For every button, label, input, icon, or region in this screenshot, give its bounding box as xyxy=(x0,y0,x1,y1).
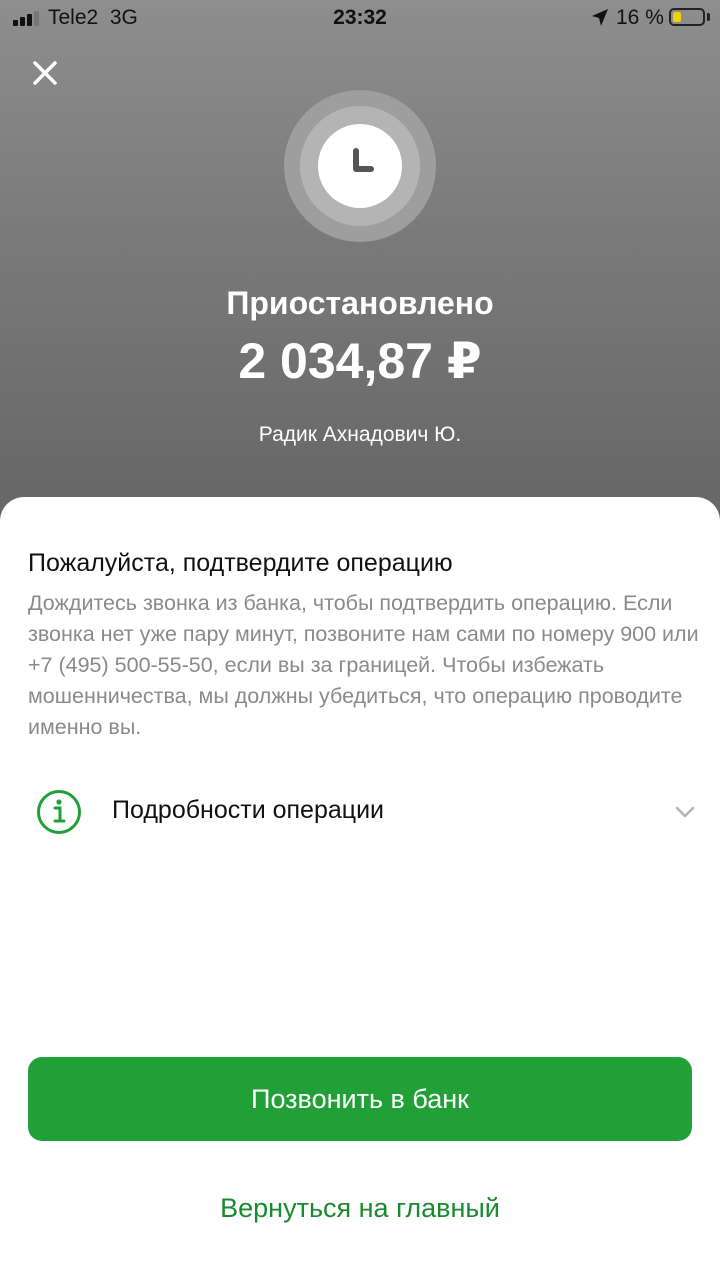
recipient-name: Радик Ахнадович Ю. xyxy=(258,423,462,446)
chevron-down-icon xyxy=(675,806,695,818)
location-arrow-icon xyxy=(592,9,608,26)
sheet-description: Дождитесь звонка из банка, чтобы подтвер… xyxy=(28,591,699,739)
operation-amount: 2 034,87 ₽ xyxy=(238,333,482,389)
operation-details-toggle[interactable]: Подробности операции xyxy=(0,770,720,854)
battery-level xyxy=(673,12,681,22)
info-icon xyxy=(37,790,81,834)
status-bar: Tele2 3G 23:32 16 % xyxy=(0,0,720,38)
return-home-link[interactable]: Вернуться на главный xyxy=(0,1193,720,1224)
battery-icon xyxy=(669,8,705,26)
call-bank-button[interactable]: Позвонить в банк xyxy=(28,1057,692,1141)
battery-cap xyxy=(707,13,710,21)
details-label: Подробности операции xyxy=(112,796,385,824)
operation-status-title: Приостановлено xyxy=(226,285,494,321)
battery-percent: 16 % xyxy=(616,6,664,29)
status-time: 23:32 xyxy=(333,6,387,29)
clock-icon xyxy=(318,124,402,208)
close-icon[interactable] xyxy=(26,54,64,92)
sheet-title: Пожалуйста, подтвердите операцию xyxy=(28,549,453,577)
